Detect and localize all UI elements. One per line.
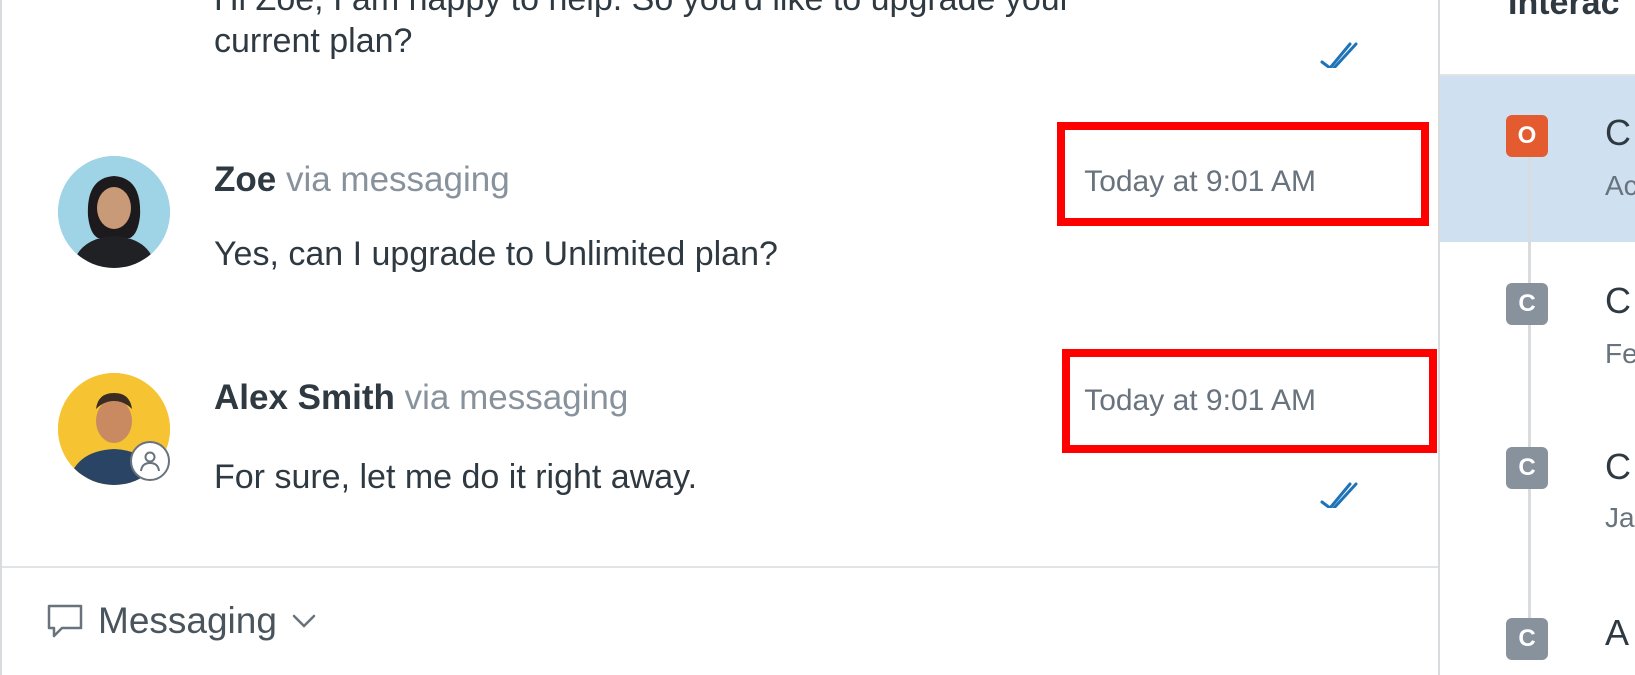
message-text: For sure, let me do it right away. (214, 458, 698, 496)
timestamp-highlight-box (1057, 122, 1429, 226)
interaction-title[interactable]: C (1605, 112, 1631, 154)
interaction-subtitle: Ja (1605, 502, 1635, 533)
timestamp-highlight-box (1062, 349, 1437, 453)
interaction-status-badge: C (1506, 283, 1548, 325)
interaction-title[interactable]: A (1605, 612, 1629, 654)
interaction-title[interactable]: C (1605, 446, 1631, 488)
author-name[interactable]: Zoe (214, 160, 276, 199)
read-receipt-check-icon (1320, 42, 1358, 68)
interaction-title[interactable]: C (1605, 280, 1631, 322)
user-icon (140, 451, 160, 472)
channel-via: via messaging (285, 160, 510, 199)
previous-message-line1: Hi Zoe, I am happy to help. So you'd lik… (214, 0, 1071, 19)
interaction-subtitle: Ac (1605, 170, 1635, 201)
message-header-zoe: Zoe via messaging (214, 160, 510, 200)
person-photo-icon (58, 156, 170, 268)
previous-message-line2: current plan? (214, 22, 413, 60)
agent-badge-icon (130, 441, 170, 481)
chat-bubble-icon (47, 604, 83, 638)
interaction-status-badge: C (1506, 447, 1548, 489)
channel-switcher[interactable]: Messaging (46, 600, 317, 642)
author-name[interactable]: Alex Smith (214, 378, 395, 417)
read-receipt-check-icon (1320, 482, 1358, 508)
interactions-sidebar: Interac O C Ac C C Fe C C Ja C A (1440, 0, 1635, 675)
interaction-status-badge: O (1506, 115, 1548, 157)
conversation-panel: Hi Zoe, I am happy to help. So you'd lik… (0, 0, 1440, 675)
chevron-down-icon (292, 614, 316, 628)
composer-divider (2, 566, 1438, 568)
message-text: Yes, can I upgrade to Unlimited plan? (214, 235, 778, 273)
message-header-alex-smith: Alex Smith via messaging (214, 378, 628, 418)
active-interaction-highlight (1440, 76, 1635, 242)
channel-via: via messaging (404, 378, 629, 417)
interaction-subtitle: Fe (1605, 338, 1635, 369)
channel-label: Messaging (98, 600, 277, 641)
interaction-status-badge: C (1506, 618, 1548, 660)
timeline-line (1528, 150, 1531, 630)
avatar-zoe (58, 156, 170, 268)
sidebar-title: Interac (1508, 0, 1620, 22)
